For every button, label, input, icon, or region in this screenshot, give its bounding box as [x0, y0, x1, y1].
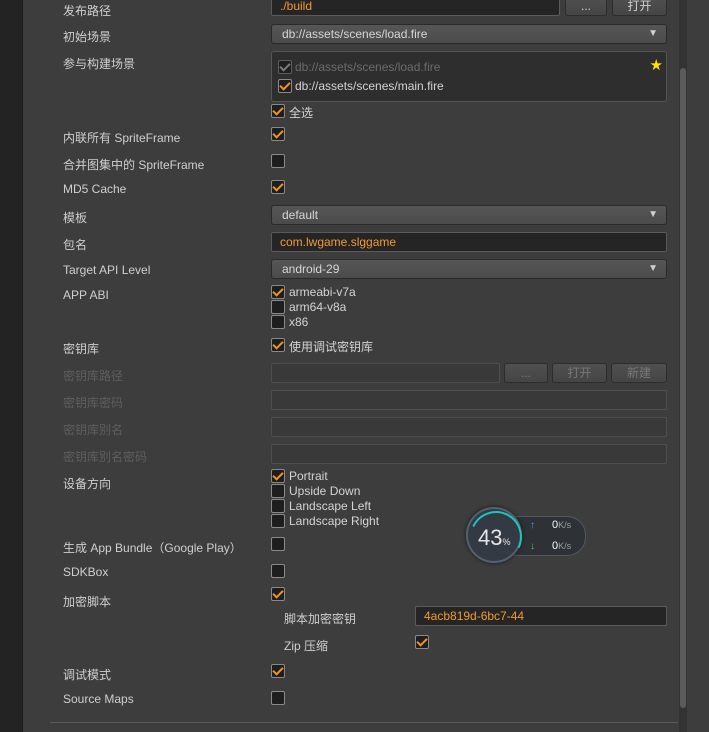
source-maps-checkbox[interactable] [271, 691, 285, 705]
scene-load-checkbox[interactable] [278, 60, 292, 74]
encrypt-js-label: 加密脚本 [63, 595, 112, 609]
target-api-label: Target API Level [63, 263, 151, 277]
template-label: 模板 [63, 211, 88, 225]
orientation-upside-down-label: Upside Down [289, 484, 361, 498]
debug-mode-label: 调试模式 [63, 668, 112, 682]
chevron-down-icon: ▼ [648, 28, 658, 39]
publish-path-open-button[interactable]: 打开 [612, 0, 667, 16]
abi-armeabi-v7a-checkbox[interactable] [271, 285, 285, 299]
gauge-percent-value: 43 [478, 525, 503, 550]
orientation-landscape-right-label: Landscape Right [289, 514, 380, 528]
build-scenes-label: 参与构建场景 [63, 57, 136, 71]
keystore-label: 密钥库 [63, 342, 100, 356]
merge-spriteframe-label: 合并图集中的 SpriteFrame [63, 158, 205, 172]
encrypt-key-label: 脚本加密密钥 [284, 612, 357, 626]
publish-path-browse-button[interactable]: ... [565, 0, 607, 16]
keystore-open-button[interactable]: 打开 [552, 363, 607, 383]
divider [50, 722, 678, 723]
keystore-alias-password-input[interactable] [271, 444, 667, 464]
abi-arm64-v8a-label: arm64-v8a [289, 300, 347, 314]
app-bundle-checkbox[interactable] [271, 537, 285, 551]
orientation-landscape-right-checkbox[interactable] [271, 514, 285, 528]
merge-spriteframe-checkbox[interactable] [271, 154, 285, 168]
abi-x86-label: x86 [289, 315, 309, 329]
abi-arm64-v8a-checkbox[interactable] [271, 300, 285, 314]
inline-spriteframe-checkbox[interactable] [271, 127, 285, 141]
scene-main-path: db://assets/scenes/main.fire [295, 79, 444, 93]
select-all-label: 全选 [289, 106, 314, 120]
orientation-upside-down-checkbox[interactable] [271, 484, 285, 498]
encrypt-js-checkbox[interactable] [271, 587, 285, 601]
build-scenes-list: ★ [271, 51, 667, 102]
inline-spriteframe-label: 内联所有 SpriteFrame [63, 131, 181, 145]
start-scene-label: 初始场景 [63, 30, 112, 44]
download-speed-unit: K/s [558, 541, 572, 551]
star-icon: ★ [649, 57, 663, 74]
target-api-value: android-29 [282, 262, 340, 276]
keystore-path-input[interactable] [271, 363, 500, 383]
upload-speed-unit: K/s [558, 520, 572, 530]
select-all-checkbox[interactable] [271, 104, 285, 118]
abi-x86-checkbox[interactable] [271, 315, 285, 329]
sdkbox-checkbox[interactable] [271, 564, 285, 578]
orientation-portrait-checkbox[interactable] [271, 469, 285, 483]
md5-cache-label: MD5 Cache [63, 182, 127, 196]
scrollbar-thumb[interactable] [680, 68, 686, 708]
publish-path-label: 发布路径 [63, 4, 112, 18]
use-debug-keystore-checkbox[interactable] [271, 338, 285, 352]
chevron-down-icon: ▼ [648, 263, 658, 274]
sdkbox-label: SDKBox [63, 565, 109, 579]
zip-compress-label: Zip 压缩 [284, 639, 329, 653]
md5-cache-checkbox[interactable] [271, 180, 285, 194]
orientation-landscape-left-label: Landscape Left [289, 499, 372, 513]
left-panel-edge [0, 0, 23, 732]
keystore-alias-label: 密钥库别名 [63, 423, 124, 437]
scene-load-path: db://assets/scenes/load.fire [295, 60, 441, 74]
zip-compress-checkbox[interactable] [415, 635, 429, 649]
start-scene-select[interactable]: db://assets/scenes/load.fire ▼ [271, 24, 667, 44]
template-value: default [282, 208, 319, 222]
vertical-scrollbar[interactable] [679, 0, 687, 732]
upload-arrow-icon: ↑ [530, 520, 535, 531]
keystore-new-button[interactable]: 新建 [611, 363, 667, 383]
keystore-alias-input[interactable] [271, 417, 667, 437]
download-speed-row: ↓ 0K/s [530, 540, 571, 552]
target-api-select[interactable]: android-29 ▼ [271, 259, 667, 279]
template-select[interactable]: default ▼ [271, 205, 667, 225]
chevron-down-icon: ▼ [648, 209, 658, 220]
gauge-percent: 43% [478, 525, 511, 551]
use-debug-keystore-label: 使用调试密钥库 [289, 340, 374, 354]
keystore-path-label: 密钥库路径 [63, 369, 124, 383]
app-bundle-label: 生成 App Bundle（Google Play） [63, 541, 242, 555]
keystore-password-label: 密钥库密码 [63, 396, 124, 410]
debug-mode-checkbox[interactable] [271, 664, 285, 678]
orientation-portrait-label: Portrait [289, 469, 328, 483]
scene-main-checkbox[interactable] [278, 79, 292, 93]
keystore-alias-password-label: 密钥库别名密码 [63, 450, 148, 464]
gauge-percent-sign: % [502, 537, 511, 547]
publish-path-input[interactable]: ./build [271, 0, 560, 16]
package-name-label: 包名 [63, 238, 88, 252]
start-scene-value: db://assets/scenes/load.fire [282, 27, 428, 41]
keystore-password-input[interactable] [271, 390, 667, 410]
orientation-label: 设备方向 [63, 477, 112, 491]
app-abi-label: APP ABI [63, 288, 109, 302]
package-name-input[interactable]: com.lwgame.slggame [271, 232, 667, 252]
network-monitor-widget[interactable]: ↑ 0K/s ↓ 0K/s 43% [462, 503, 588, 571]
encrypt-key-input[interactable]: 4acb819d-6bc7-44 [415, 606, 667, 626]
orientation-landscape-left-checkbox[interactable] [271, 499, 285, 513]
download-arrow-icon: ↓ [530, 541, 535, 552]
memory-gauge: 43% [462, 503, 530, 571]
source-maps-label: Source Maps [63, 692, 134, 706]
upload-speed-row: ↑ 0K/s [530, 519, 571, 531]
abi-armeabi-v7a-label: armeabi-v7a [289, 285, 356, 299]
keystore-browse-button[interactable]: ... [504, 363, 548, 383]
